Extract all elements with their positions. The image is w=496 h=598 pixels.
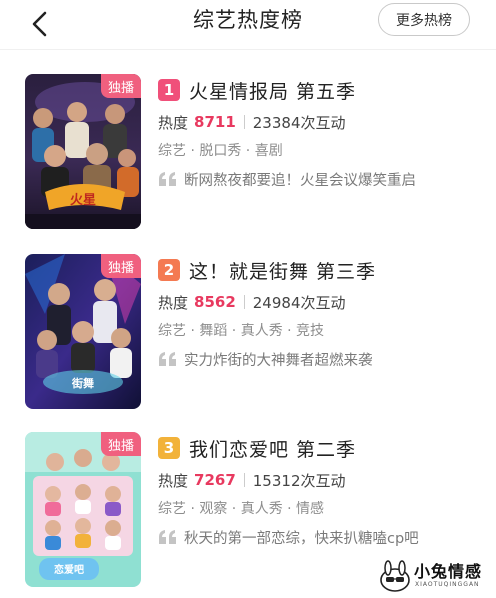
exclusive-badge: 独播: [101, 74, 141, 98]
svg-text:火星: 火星: [70, 193, 96, 208]
quote-icon: [159, 530, 176, 544]
top-bar: 综艺热度榜 更多热榜: [0, 0, 496, 50]
rank-number: 2: [158, 259, 180, 281]
svg-text:街舞: 街舞: [71, 376, 94, 390]
heat-value: 8562: [194, 293, 236, 311]
ranking-item-2[interactable]: 街舞 独播 2 这！就是街舞 第三季 热度 8562 24984次互动 综艺 ·…: [0, 254, 496, 426]
quote-icon: [159, 172, 176, 186]
show-tagline: 断网熬夜都要追！火星会议爆笑重启: [184, 172, 416, 189]
heat-value: 8711: [194, 113, 236, 131]
heat-value: 7267: [194, 471, 236, 489]
exclusive-badge: 独播: [101, 254, 141, 278]
show-tagline: 实力炸街的大神舞者超燃来袭: [184, 352, 373, 369]
heat-label: 热度: [158, 471, 189, 490]
ranking-item-1[interactable]: 火星 独播 1 火星情报局 第五季 热度 8711 23384次互动 综艺 · …: [0, 74, 496, 246]
show-tagline: 秋天的第一部恋综，快来扒糖嗑cp吧: [184, 530, 419, 547]
watermark-logo: 小兔情感 XIAOTUQINGGAN: [378, 556, 496, 598]
more-rankings-button[interactable]: 更多热榜: [378, 3, 470, 36]
exclusive-badge: 独播: [101, 432, 141, 456]
genre-tags: 综艺 · 舞蹈 · 真人秀 · 竞技: [158, 323, 325, 339]
heat-label: 热度: [158, 113, 189, 132]
show-poster[interactable]: 街舞 独播: [25, 254, 141, 409]
heat-label: 热度: [158, 293, 189, 312]
show-title[interactable]: 这！就是街舞 第三季: [189, 257, 376, 284]
show-poster[interactable]: 火星 独播: [25, 74, 141, 229]
genre-tags: 综艺 · 观察 · 真人秀 · 情感: [158, 501, 325, 517]
show-title[interactable]: 火星情报局 第五季: [189, 77, 356, 104]
show-poster[interactable]: 恋爱吧 独播: [25, 432, 141, 587]
show-title[interactable]: 我们恋爱吧 第二季: [189, 435, 356, 462]
rank-number: 3: [158, 437, 180, 459]
divider: [243, 473, 245, 487]
svg-text:恋爱吧: 恋爱吧: [54, 563, 84, 576]
interaction-count: 23384次互动: [252, 113, 346, 132]
interaction-count: 24984次互动: [252, 293, 346, 312]
divider: [243, 115, 245, 129]
watermark-subtext: XIAOTUQINGGAN: [415, 581, 480, 588]
watermark-text: 小兔情感: [414, 562, 483, 581]
quote-icon: [159, 352, 176, 366]
rank-number: 1: [158, 79, 180, 101]
genre-tags: 综艺 · 脱口秀 · 喜剧: [158, 143, 283, 159]
interaction-count: 15312次互动: [252, 471, 346, 490]
rabbit-logo-icon: [380, 560, 410, 592]
divider: [243, 295, 245, 309]
